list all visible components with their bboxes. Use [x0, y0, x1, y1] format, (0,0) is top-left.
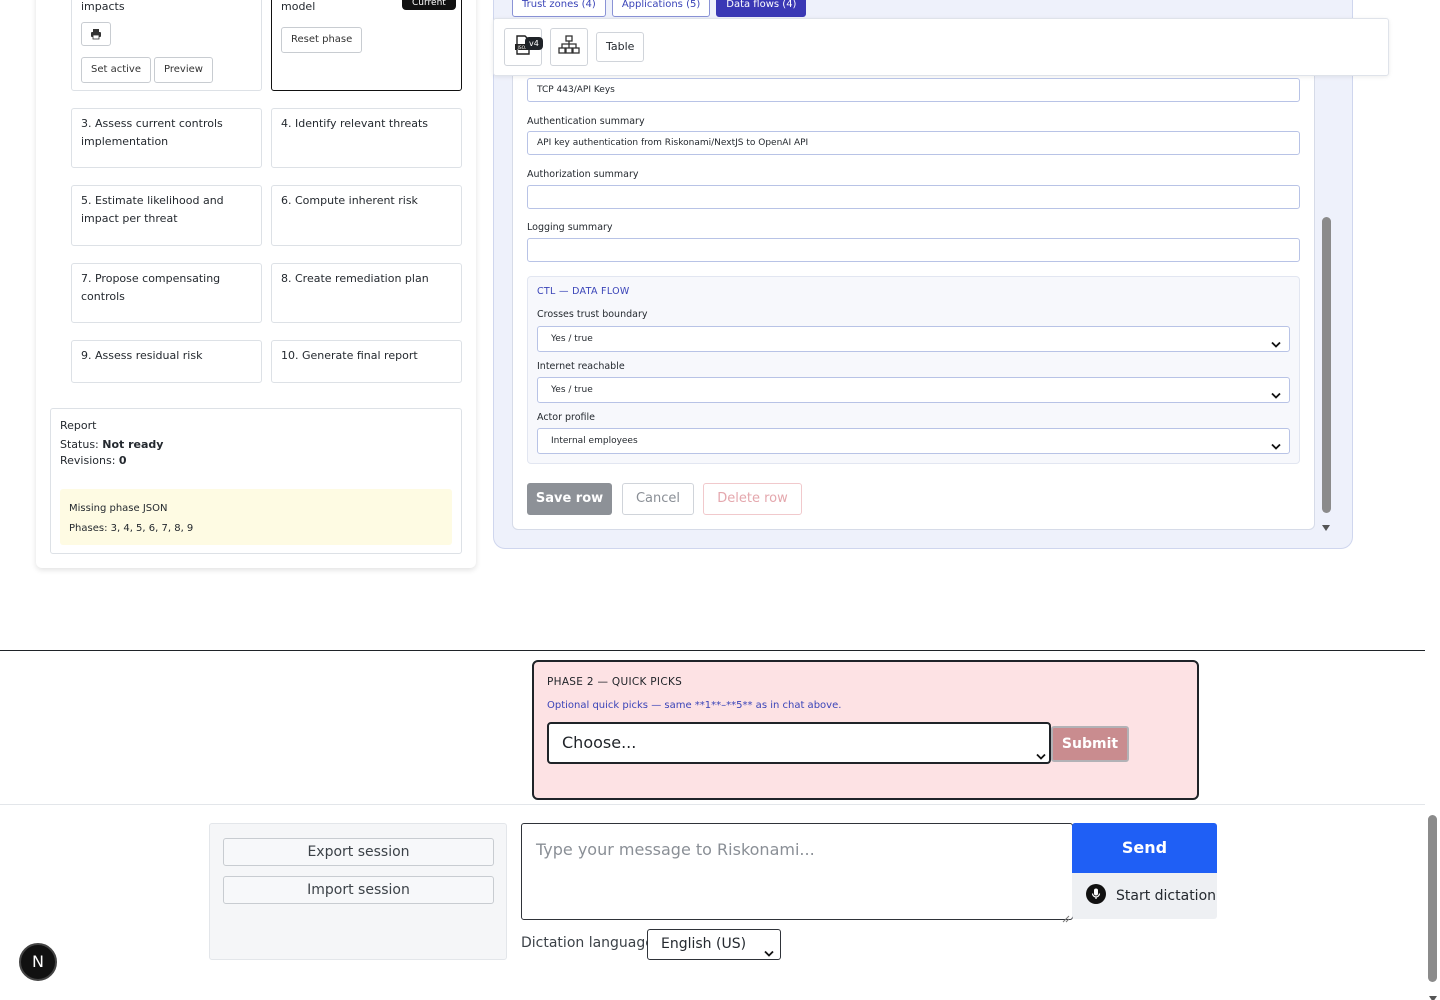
chevron-down-icon — [1036, 737, 1046, 775]
json-view-button[interactable]: JSON v4 — [504, 28, 543, 66]
phase-card-4[interactable]: 4. Identify relevant threats — [271, 108, 462, 168]
chevron-down-icon — [1271, 386, 1281, 410]
crosses-boundary-select[interactable]: Yes / true — [537, 326, 1290, 352]
tab-data-flows[interactable]: Data flows (4) — [716, 0, 807, 17]
logging-label: Logging summary — [527, 222, 613, 233]
report-status-label: Status: — [60, 438, 99, 451]
phase-label: 8. Create remediation plan — [281, 272, 429, 285]
scroll-down-icon[interactable] — [1428, 988, 1438, 1000]
printer-icon — [90, 25, 102, 44]
crosses-boundary-value: Yes / true — [551, 334, 593, 344]
report-revisions-label: Revisions: — [60, 454, 116, 467]
reset-phase-button[interactable]: Reset phase — [281, 27, 363, 53]
delete-row-button[interactable]: Delete row — [703, 483, 802, 515]
send-button[interactable]: Send — [1072, 823, 1217, 873]
diagram-view-button[interactable] — [550, 28, 588, 66]
phase-card-6[interactable]: 6. Compute inherent risk — [271, 185, 462, 246]
quick-picks-title: PHASE 2 — QUICK PICKS — [547, 676, 683, 688]
authorization-label: Authorization summary — [527, 169, 639, 180]
start-dictation-label: Start dictation — [1116, 888, 1217, 904]
quick-picks-panel: PHASE 2 — QUICK PICKS Optional quick pic… — [532, 660, 1199, 800]
dictation-language-select[interactable]: English (US) — [647, 929, 781, 960]
table-view-button[interactable]: Table — [596, 32, 645, 62]
submit-button[interactable]: Submit — [1051, 726, 1129, 762]
crosses-boundary-label: Crosses trust boundary — [537, 309, 648, 320]
start-dictation-button[interactable]: Start dictation — [1072, 873, 1217, 919]
phase-card-7[interactable]: 7. Propose compensating controls — [71, 263, 262, 323]
authentication-input[interactable]: API key authentication from Riskonami/Ne… — [527, 131, 1300, 155]
actor-profile-select[interactable]: Internal employees — [537, 428, 1290, 454]
export-session-button[interactable]: Export session — [223, 838, 494, 866]
avatar[interactable]: N — [19, 943, 57, 981]
hierarchy-diagram-icon — [558, 35, 580, 59]
save-row-button[interactable]: Save row — [527, 483, 612, 515]
internet-reachable-label: Internet reachable — [537, 361, 625, 372]
quick-picks-subtitle: Optional quick picks — same **1**–**5** … — [547, 700, 842, 711]
view-toolbar: JSON v4 Table — [493, 18, 1389, 76]
actor-profile-label: Actor profile — [537, 412, 596, 423]
phase-label: 9. Assess residual risk — [81, 349, 203, 362]
preview-button[interactable]: Preview — [154, 57, 213, 83]
chevron-down-icon — [764, 940, 774, 969]
dictation-language-value: English (US) — [661, 936, 747, 952]
tab-applications[interactable]: Applications (5) — [611, 0, 711, 17]
report-title: Report — [60, 419, 97, 432]
phase-card-3[interactable]: 3. Assess current controls implementatio… — [71, 108, 262, 168]
cancel-button[interactable]: Cancel — [622, 483, 694, 515]
tab-trust-zones[interactable]: Trust zones (4) — [512, 0, 606, 17]
phase-card-5[interactable]: 5. Estimate likelihood and impact per th… — [71, 185, 262, 246]
version-badge: v4 — [525, 37, 543, 50]
report-revisions: Revisions: 0 — [60, 454, 452, 467]
logging-input[interactable] — [527, 238, 1300, 262]
authorization-input[interactable] — [527, 185, 1300, 209]
quick-picks-value: Choose... — [562, 733, 637, 752]
form-scrollbar[interactable] — [1322, 217, 1331, 513]
phase-label: 4. Identify relevant threats — [281, 117, 429, 130]
warning-phases: Phases: 3, 4, 5, 6, 7, 8, 9 — [69, 523, 194, 534]
ctl-title: CTL — DATA FLOW — [537, 286, 630, 297]
phase-label: impacts — [81, 0, 125, 13]
phase-card-8[interactable]: 8. Create remediation plan — [271, 263, 462, 323]
chevron-down-icon — [1271, 335, 1281, 359]
print-button[interactable] — [81, 22, 111, 46]
page-scrollbar-thumb[interactable] — [1428, 815, 1437, 982]
set-active-button[interactable]: Set active — [81, 57, 151, 83]
report-status-value: Not ready — [102, 438, 164, 451]
phase-label: 6. Compute inherent risk — [281, 194, 418, 207]
missing-json-warning: Missing phase JSON Phases: 3, 4, 5, 6, 7… — [60, 489, 452, 545]
report-status: Status: Not ready — [60, 438, 452, 451]
internet-reachable-value: Yes / true — [551, 385, 593, 395]
phase-label: 10. Generate final report — [281, 349, 418, 362]
section-divider — [0, 650, 1425, 651]
resize-handle-icon[interactable] — [1061, 908, 1070, 927]
ctl-section: CTL — DATA FLOW Crosses trust boundary Y… — [527, 276, 1300, 464]
import-session-button[interactable]: Import session — [223, 876, 494, 904]
report-box: Report Status: Not ready Revisions: 0 Mi… — [50, 408, 462, 554]
phase-label: 5. Estimate likelihood and impact per th… — [81, 194, 224, 225]
model-tabs: Trust zones (4) Applications (5) Data fl… — [512, 0, 807, 17]
phase-card-10[interactable]: 10. Generate final report — [271, 340, 462, 383]
chevron-down-icon — [1271, 437, 1281, 461]
dictation-language-label: Dictation language — [521, 935, 654, 951]
chat-message-input[interactable]: Type your message to Riskonami... — [521, 823, 1073, 920]
scroll-down-icon[interactable] — [1321, 517, 1331, 536]
phase-label: 7. Propose compensating controls — [81, 272, 221, 303]
phase-card-9[interactable]: 9. Assess residual risk — [71, 340, 262, 383]
protocol-input[interactable]: TCP 443/API Keys — [527, 78, 1300, 102]
actor-profile-value: Internal employees — [551, 436, 638, 446]
current-badge: Current — [402, 0, 456, 10]
section-divider — [0, 804, 1425, 805]
internet-reachable-select[interactable]: Yes / true — [537, 377, 1290, 403]
session-panel: Export session Import session — [209, 823, 507, 960]
quick-picks-select[interactable]: Choose... — [547, 722, 1051, 764]
report-revisions-value: 0 — [118, 454, 127, 467]
warning-title: Missing phase JSON — [69, 503, 168, 514]
microphone-icon — [1086, 884, 1106, 908]
phase-label: 3. Assess current controls implementatio… — [81, 117, 223, 148]
authentication-label: Authentication summary — [527, 116, 645, 127]
